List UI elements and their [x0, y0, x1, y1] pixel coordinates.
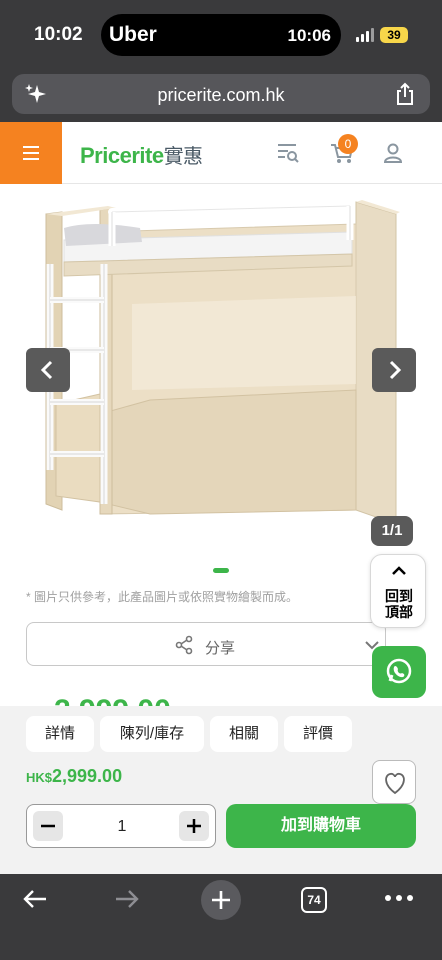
back-to-top-button[interactable]: 回到 頂部	[370, 554, 426, 628]
address-bar[interactable]: pricerite.com.hk	[12, 74, 430, 114]
back-to-top-label: 回到 頂部	[385, 588, 413, 620]
add-to-cart-button[interactable]: 加到購物車	[226, 804, 416, 848]
menu-button[interactable]	[0, 122, 62, 184]
image-counter: 1/1	[371, 516, 413, 546]
site-logo[interactable]: Pricerite實惠	[80, 140, 203, 169]
browser-address-area: pricerite.com.hk	[0, 68, 442, 122]
battery-icon: 39	[380, 27, 408, 43]
share-button[interactable]: 分享	[26, 622, 386, 666]
whatsapp-button[interactable]	[372, 646, 426, 698]
quantity-value[interactable]: 1	[87, 818, 157, 836]
share-label: 分享	[205, 640, 236, 657]
tab-related[interactable]: 相關	[210, 716, 278, 752]
site-header: Pricerite實惠 0	[0, 122, 442, 184]
user-icon[interactable]	[382, 142, 404, 164]
wishlist-button[interactable]	[372, 760, 416, 804]
plus-circle-icon	[212, 891, 230, 909]
previous-image-button[interactable]	[26, 348, 70, 392]
carousel-dot[interactable]	[213, 568, 229, 573]
tab-details[interactable]: 詳情	[26, 716, 94, 752]
chevron-up-icon	[392, 566, 406, 575]
next-image-button[interactable]	[372, 348, 416, 392]
status-time: 10:02	[34, 24, 83, 45]
arrow-left-icon[interactable]	[22, 888, 48, 910]
status-bar: 10:02 Uber 10:06 39	[0, 0, 442, 68]
arrow-right-icon[interactable]	[114, 888, 140, 910]
search-list-icon[interactable]	[276, 142, 300, 164]
tab-display-stock[interactable]: 陳列/庫存	[100, 716, 204, 752]
url-text[interactable]: pricerite.com.hk	[12, 85, 430, 106]
tab-reviews[interactable]: 評價	[284, 716, 352, 752]
quantity-stepper: 1	[26, 804, 216, 848]
chevron-left-icon	[40, 360, 53, 380]
bottom-action-sheet: 詳情 陳列/庫存 相關 評價 HK$2,999.00 1 加到購物車	[0, 706, 442, 874]
cart-count-badge: 0	[338, 134, 358, 154]
chevron-right-icon	[389, 360, 402, 380]
share-icon[interactable]	[394, 82, 416, 106]
signal-icon	[356, 28, 374, 42]
island-time: 10:06	[287, 26, 331, 45]
tabs-icon[interactable]: 74	[301, 887, 327, 913]
plus-icon	[187, 819, 201, 833]
heart-icon	[385, 772, 405, 795]
more-icon[interactable]	[384, 894, 414, 902]
share-nodes-icon	[175, 635, 193, 655]
decrease-quantity-button[interactable]	[33, 811, 63, 841]
increase-quantity-button[interactable]	[179, 811, 209, 841]
new-tab-button[interactable]	[201, 880, 241, 920]
menu-icon	[23, 146, 39, 148]
whatsapp-icon	[386, 658, 412, 684]
island-app-name: Uber	[109, 23, 157, 46]
image-disclaimer: * 圖片只供參考，此產品圖片或依照實物繪製而成。	[26, 590, 299, 604]
product-price: HK$2,999.00	[26, 766, 123, 786]
browser-toolbar: 74	[0, 874, 442, 960]
dynamic-island[interactable]: Uber 10:06	[101, 14, 341, 56]
minus-icon	[41, 824, 55, 828]
